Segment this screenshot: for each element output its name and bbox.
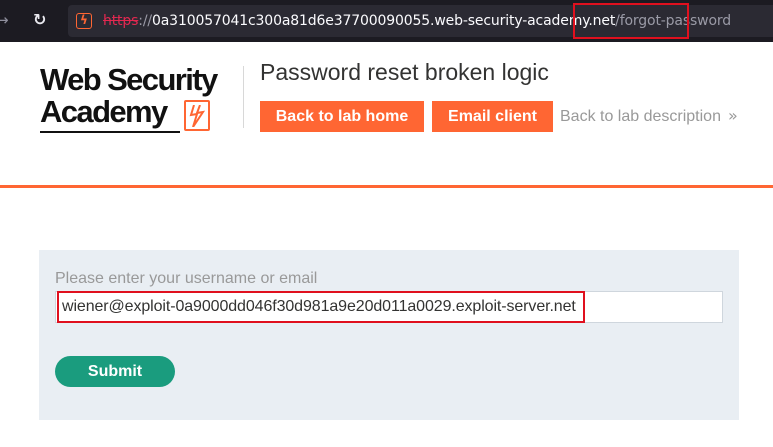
logo-lightning-icon bbox=[184, 100, 210, 131]
email-client-button[interactable]: Email client bbox=[432, 101, 553, 132]
reload-icon[interactable]: ↻ bbox=[33, 10, 46, 29]
username-email-label: Please enter your username or email bbox=[55, 270, 318, 287]
url-host: 0a310057041c300a81d6e37700090055.web-sec… bbox=[152, 13, 616, 29]
lab-title: Password reset broken logic bbox=[260, 59, 549, 85]
submit-button[interactable]: Submit bbox=[55, 356, 175, 387]
header-divider bbox=[243, 66, 244, 128]
forgot-password-form: Please enter your username or email wien… bbox=[39, 250, 739, 420]
double-chevron-right-icon[interactable]: » bbox=[728, 106, 738, 125]
browser-toolbar: → ↻ ϟ https://0a310057041c300a81d6e37700… bbox=[0, 0, 773, 42]
header-orange-divider bbox=[0, 185, 773, 188]
back-to-lab-description-link[interactable]: Back to lab description bbox=[560, 108, 721, 126]
url-separator: :// bbox=[138, 13, 152, 29]
input-value-highlight-box bbox=[57, 291, 585, 323]
back-to-lab-home-button[interactable]: Back to lab home bbox=[260, 101, 424, 132]
web-security-academy-logo[interactable]: Web Security Academy bbox=[40, 64, 240, 138]
url-scheme: https bbox=[103, 13, 139, 29]
logo-text-line2: Academy bbox=[40, 94, 168, 129]
logo-text-line1: Web Security bbox=[40, 62, 218, 97]
forward-arrow-icon[interactable]: → bbox=[0, 11, 9, 29]
site-favicon-icon[interactable]: ϟ bbox=[76, 13, 92, 29]
url-path-highlight-box bbox=[573, 3, 689, 39]
logo-underline bbox=[40, 131, 180, 133]
